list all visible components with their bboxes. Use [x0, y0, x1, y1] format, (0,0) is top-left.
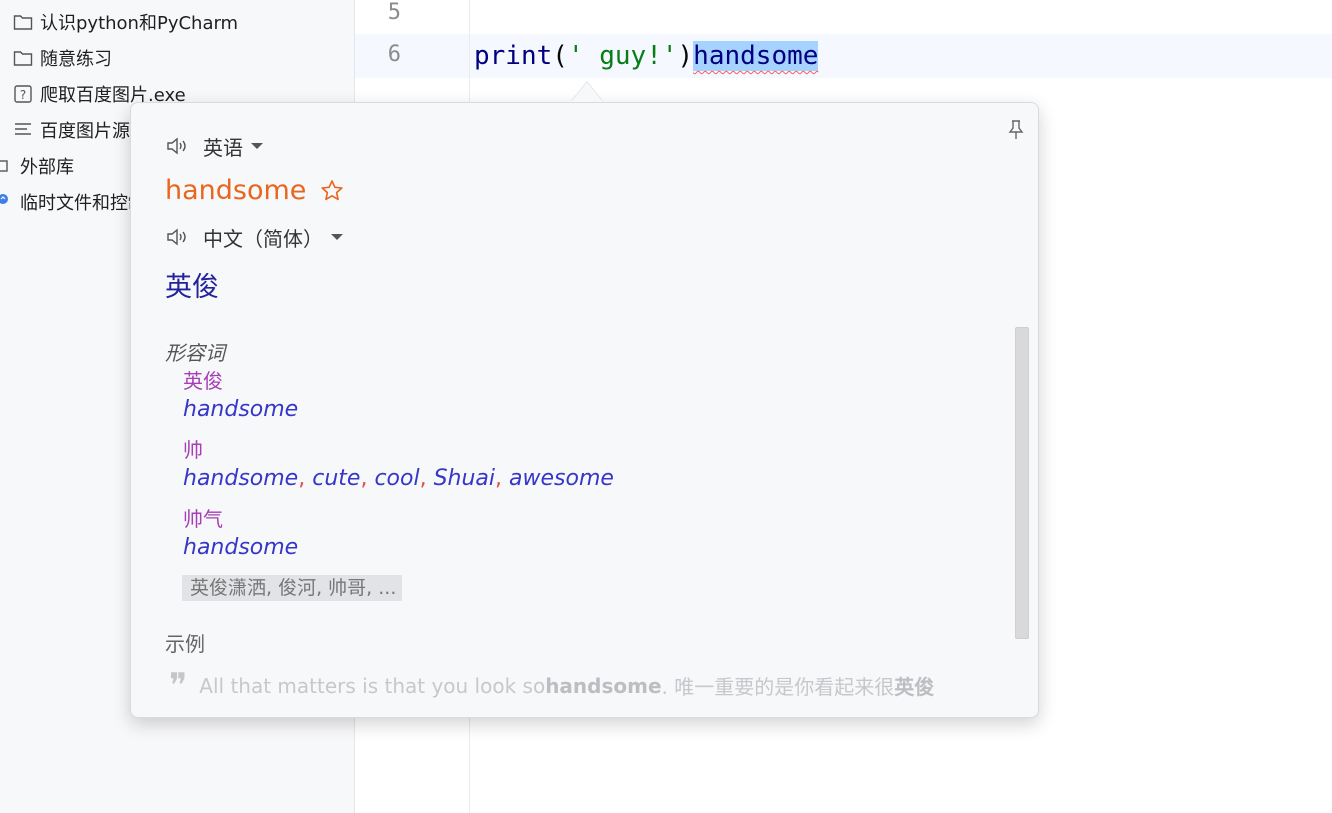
tree-item-text-file[interactable]: 百度图片源: [12, 116, 130, 144]
source-word-text: handsome: [165, 175, 307, 206]
folder-icon: [12, 47, 34, 69]
dictionary-entry: 帅气 handsome: [183, 505, 298, 563]
part-of-speech: 形容词: [165, 341, 225, 365]
target-language-selector[interactable]: 中文（简体）: [165, 222, 343, 252]
svg-text:?: ?: [20, 88, 26, 102]
star-icon[interactable]: [320, 179, 344, 203]
line-number: 5: [387, 0, 401, 25]
tree-item-external-libraries[interactable]: 外部库: [0, 152, 74, 180]
text-file-icon: [12, 119, 34, 141]
folder-icon: [12, 11, 34, 33]
speaker-icon[interactable]: [165, 135, 189, 157]
entry-english-word[interactable]: Shuai: [434, 466, 495, 491]
ide-window: 认识python和PyCharm 随意练习 ? 爬取百度图片.exe 百度图片源…: [0, 0, 1332, 813]
entry-english-word[interactable]: handsome: [183, 535, 298, 560]
entry-separator: ,: [495, 466, 503, 491]
entry-separator: ,: [360, 466, 368, 491]
source-language-label: 英语: [203, 135, 243, 160]
example-highlight-zh: 英俊: [894, 675, 935, 699]
dictionary-entry: 英俊 handsome: [183, 367, 298, 425]
code-string-token: ' guy!': [567, 41, 678, 71]
dropdown-caret-icon: [331, 234, 343, 240]
main-translation: 英俊: [165, 272, 219, 303]
pin-icon[interactable]: [1006, 119, 1026, 141]
examples-heading: 示例: [165, 632, 205, 656]
dropdown-caret-icon: [251, 143, 263, 149]
tree-item-label: 随意练习: [40, 49, 112, 70]
entry-english-word[interactable]: handsome: [183, 466, 298, 491]
entry-chinese: 英俊: [183, 369, 223, 393]
entry-english: handsome, cute, cool, Shuai, awesome: [183, 464, 614, 494]
code-function-token: print: [474, 41, 553, 71]
entry-separator: ,: [419, 466, 427, 491]
popup-pointer: [571, 82, 603, 102]
target-language-label: 中文（简体）: [203, 226, 323, 251]
tree-item-label: 百度图片源: [40, 121, 130, 142]
example-text-after: . 唯一重要的是你看起来很: [661, 675, 895, 699]
line-number: 6: [387, 42, 401, 67]
source-word: handsome: [165, 175, 344, 206]
source-language-selector[interactable]: 英语: [165, 131, 263, 161]
entry-english-word[interactable]: cute: [312, 466, 360, 491]
example-sentence: ❞ All that matters is that you look so h…: [169, 665, 935, 706]
entry-english-word[interactable]: awesome: [509, 466, 614, 491]
popup-scrollbar[interactable]: [1015, 327, 1029, 639]
unknown-file-icon: ?: [12, 83, 34, 105]
entry-english-word[interactable]: cool: [374, 466, 419, 491]
dictionary-entry: 帅 handsome, cute, cool, Shuai, awesome: [183, 436, 614, 494]
tree-item-label: 认识python和PyCharm: [40, 13, 239, 34]
entry-english-word[interactable]: handsome: [183, 397, 298, 422]
tree-item-scratches[interactable]: 临时文件和控制: [0, 188, 146, 216]
entry-english: handsome: [183, 533, 298, 563]
library-icon: [0, 155, 14, 177]
tree-item-folder-intro[interactable]: 认识python和PyCharm: [12, 8, 238, 36]
entry-separator: ,: [298, 466, 306, 491]
translation-popup: 英语 handsome 中文（简体） 英俊 形容词 英俊 handsome 帅 …: [130, 102, 1039, 718]
quote-icon: ❞: [169, 665, 188, 706]
code-paren-open: (: [552, 41, 568, 71]
tree-item-folder-practice[interactable]: 随意练习: [12, 44, 112, 72]
code-line-6[interactable]: print(' guy!')handsome: [474, 38, 819, 74]
speaker-icon[interactable]: [165, 226, 189, 248]
example-highlight: handsome: [545, 673, 662, 698]
entry-english: handsome: [183, 395, 298, 425]
tree-item-label: 临时文件和控制: [20, 193, 146, 214]
code-paren-close: ): [677, 41, 694, 71]
scratch-icon: [0, 191, 14, 213]
selected-word[interactable]: handsome: [693, 41, 819, 71]
example-text-before: All that matters is that you look so: [199, 673, 546, 698]
entry-chinese: 帅: [183, 438, 203, 462]
entry-chinese: 帅气: [183, 507, 223, 531]
more-translations-button[interactable]: 英俊潇洒, 俊河, 帅哥, ...: [182, 575, 403, 601]
tree-item-label: 外部库: [20, 157, 74, 178]
